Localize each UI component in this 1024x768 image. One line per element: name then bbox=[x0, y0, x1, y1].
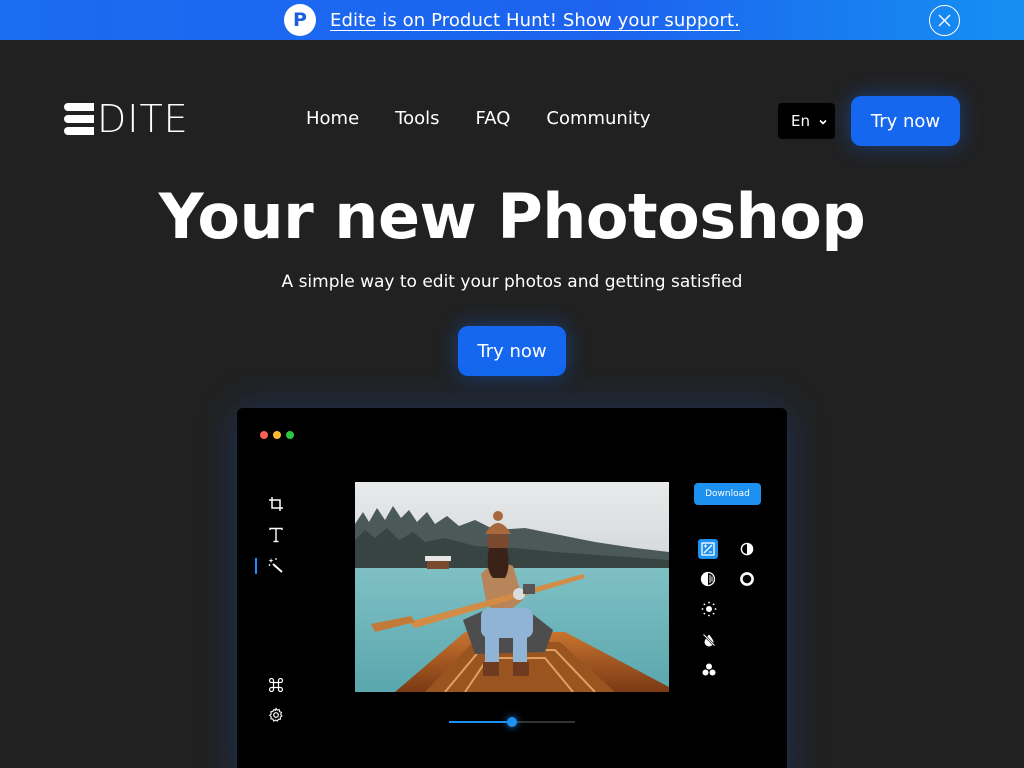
product-hunt-icon[interactable]: P bbox=[283, 4, 316, 36]
header-try-now-button[interactable]: Try now bbox=[851, 96, 960, 146]
download-button[interactable]: Download bbox=[694, 483, 761, 505]
language-value: En bbox=[791, 112, 810, 130]
logo[interactable]: DITE bbox=[64, 97, 189, 141]
active-tool-indicator bbox=[255, 558, 257, 574]
hero-subtitle: A simple way to edit your photos and get… bbox=[281, 272, 743, 292]
slider-fill bbox=[449, 721, 512, 723]
settings-icon[interactable] bbox=[267, 706, 285, 724]
logo-text: DITE bbox=[97, 97, 189, 141]
nav-tools[interactable]: Tools bbox=[395, 108, 439, 129]
chevron-down-icon bbox=[817, 114, 829, 132]
text-icon[interactable] bbox=[267, 526, 285, 544]
magic-wand-icon[interactable] bbox=[267, 556, 285, 574]
window-maximize-dot bbox=[286, 431, 294, 439]
language-select[interactable]: En bbox=[778, 103, 835, 139]
close-icon[interactable] bbox=[929, 5, 960, 36]
image-adjust-icon[interactable] bbox=[698, 539, 718, 559]
window-controls bbox=[260, 431, 294, 439]
ring-icon[interactable] bbox=[737, 569, 757, 589]
hero-try-now-button[interactable]: Try now bbox=[458, 326, 566, 376]
editor-photo bbox=[355, 482, 669, 692]
color-channels-icon[interactable] bbox=[699, 660, 719, 680]
announcement-banner: P Edite is on Product Hunt! Show your su… bbox=[0, 0, 1024, 40]
window-close-dot bbox=[260, 431, 268, 439]
crop-icon[interactable] bbox=[267, 495, 285, 513]
brightness-icon[interactable] bbox=[699, 599, 719, 619]
nav-faq[interactable]: FAQ bbox=[476, 108, 511, 129]
command-icon[interactable] bbox=[267, 676, 285, 694]
hero-title: Your new Photoshop bbox=[158, 180, 866, 253]
nav-home[interactable]: Home bbox=[306, 108, 359, 129]
adjustment-slider[interactable] bbox=[449, 717, 575, 727]
editor-preview: Download bbox=[237, 408, 787, 768]
nav-community[interactable]: Community bbox=[546, 108, 650, 129]
main-nav: Home Tools FAQ Community bbox=[306, 108, 687, 129]
banner-link[interactable]: Edite is on Product Hunt! Show your supp… bbox=[330, 10, 740, 31]
contrast-icon[interactable] bbox=[737, 539, 757, 559]
exposure-icon[interactable] bbox=[698, 569, 718, 589]
hue-icon[interactable] bbox=[699, 630, 719, 650]
logo-mark-icon bbox=[64, 103, 94, 135]
slider-handle[interactable] bbox=[507, 717, 517, 727]
window-minimize-dot bbox=[273, 431, 281, 439]
